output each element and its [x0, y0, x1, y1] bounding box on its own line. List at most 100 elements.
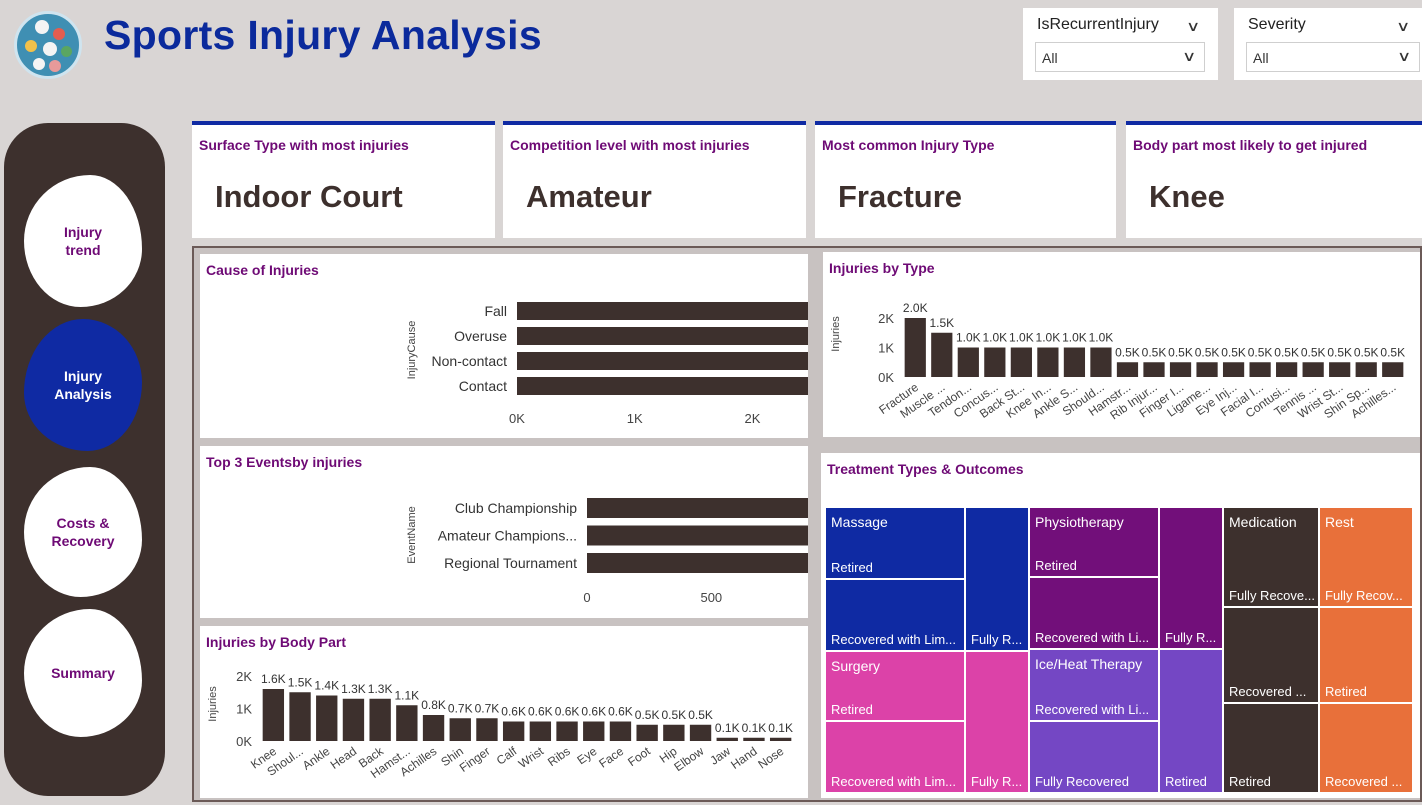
- treemap-cell-label: Fully Recovered: [1035, 774, 1129, 789]
- treemap-cell-label: Recovered ...: [1229, 684, 1307, 699]
- nav-costs-recovery-button[interactable]: Costs & Recovery: [24, 467, 142, 597]
- nav-summary-button[interactable]: Summary: [24, 609, 142, 737]
- bar: [743, 737, 765, 741]
- treemap-cell[interactable]: Fully R...: [965, 651, 1029, 793]
- treemap-cell-label: Retired: [1229, 774, 1271, 789]
- data-label: 0.5K: [1380, 345, 1405, 359]
- category-label: Jaw: [707, 744, 733, 768]
- category-label: Fall: [484, 303, 507, 319]
- nav-label: Costs &: [56, 515, 110, 531]
- category-label: Wrist: [516, 744, 547, 771]
- bar: [609, 721, 632, 741]
- bar: [262, 689, 285, 741]
- category-label: Ribs: [545, 744, 573, 769]
- recurrent-injury-dropdown[interactable]: All ∨: [1035, 42, 1205, 72]
- data-label: 1.0K: [1062, 331, 1087, 345]
- treemap-cell[interactable]: Retired: [1159, 649, 1223, 793]
- nav-injury-trend-button[interactable]: Injury trend: [24, 175, 142, 307]
- treemap-cell[interactable]: Recovered with Li...: [1029, 577, 1159, 649]
- bar: [517, 352, 808, 370]
- events-chart-card[interactable]: Top 3 Eventsby injuries Club Championshi…: [200, 446, 808, 618]
- category-label: Foot: [625, 744, 653, 770]
- recurrent-injury-slicer[interactable]: IsRecurrentInjury ∨ All ∨: [1023, 8, 1218, 80]
- treemap-cell-label: Retired: [831, 560, 873, 575]
- treemap-cell[interactable]: Recovered ...: [1223, 607, 1319, 703]
- bar: [529, 721, 552, 741]
- treemap-cell[interactable]: Fully Recovered: [1029, 721, 1159, 793]
- injtype-chart: 0K1K2KInjuries2.0KFracture1.5KMuscle ...…: [830, 301, 1405, 422]
- tick-label: 0K: [236, 734, 252, 749]
- bar: [931, 332, 953, 377]
- bodypart-chart: 0K1K2KInjuries1.6KKnee1.5KShoul...1.4KAn…: [207, 669, 793, 781]
- bar: [1116, 362, 1139, 377]
- bar: [587, 525, 808, 546]
- data-label: 1.0K: [1089, 331, 1114, 345]
- treemap-cell-label: Recovered ...: [1325, 774, 1403, 789]
- category-label: Overuse: [454, 328, 507, 344]
- data-label: 0.5K: [1301, 345, 1326, 359]
- sports-logo-icon: [14, 11, 82, 79]
- nav-label: Recovery: [51, 533, 115, 549]
- category-label: Hand: [728, 744, 760, 772]
- treemap-group-label: Medication: [1229, 514, 1297, 530]
- treemap-cell[interactable]: Ice/Heat Therapy Recovered with Li...: [1029, 649, 1159, 721]
- bar: [316, 695, 338, 741]
- data-label: 0.6K: [501, 705, 526, 719]
- events-chart: Club Championship1425Amateur Champions..…: [406, 498, 808, 605]
- category-label: Contact: [459, 378, 507, 394]
- bar: [1249, 362, 1271, 377]
- treemap-cell[interactable]: Retired: [1223, 703, 1319, 793]
- page-title: Sports Injury Analysis: [104, 12, 542, 58]
- bar: [904, 318, 926, 377]
- chevron-down-icon[interactable]: ∨: [1397, 48, 1411, 65]
- chevron-down-icon[interactable]: ∨: [1186, 18, 1200, 35]
- data-label: 0.5K: [662, 708, 687, 722]
- tick-label: 0: [583, 590, 590, 605]
- data-label: 0.5K: [1142, 345, 1167, 359]
- treemap-cell[interactable]: Fully R...: [965, 507, 1029, 651]
- bar: [587, 553, 808, 573]
- tick-label: 500: [700, 590, 722, 605]
- treemap-cell[interactable]: Recovered with Lim...: [825, 579, 965, 651]
- bar: [957, 347, 979, 377]
- treemap-cell[interactable]: Physiotherapy Retired: [1029, 507, 1159, 577]
- kpi-label: Most common Injury Type: [822, 137, 995, 153]
- bar: [663, 724, 685, 741]
- nav-injury-analysis-button[interactable]: Injury Analysis: [24, 319, 142, 451]
- bar: [556, 721, 578, 741]
- data-label: 0.8K: [421, 698, 446, 712]
- severity-slicer[interactable]: Severity ∨ All ∨: [1234, 8, 1422, 80]
- treemap-cell[interactable]: Surgery Retired: [825, 651, 965, 721]
- category-label: Face: [596, 744, 626, 771]
- bar: [1010, 347, 1032, 377]
- chevron-down-icon[interactable]: ∨: [1182, 48, 1196, 65]
- category-label: Ankle: [300, 744, 333, 773]
- kpi-value: Amateur: [526, 179, 652, 214]
- treemap-cell[interactable]: Recovered ...: [1319, 703, 1413, 793]
- treemap-cell[interactable]: Medication Fully Recove...: [1223, 507, 1319, 607]
- treemap-cell[interactable]: Massage Retired: [825, 507, 965, 579]
- treemap-cell-label: Fully R...: [1165, 630, 1217, 645]
- treemap-cell-label: Fully Recove...: [1229, 588, 1315, 603]
- cause-chart-card[interactable]: Cause of Injuries Fall3.9KOveruse3.7KNon…: [200, 254, 808, 438]
- category-label: Elbow: [671, 744, 706, 774]
- treemap-cell[interactable]: Retired: [1319, 607, 1413, 703]
- bar: [583, 721, 605, 741]
- bar: [449, 718, 471, 741]
- treemap-cell[interactable]: Recovered with Lim...: [825, 721, 965, 793]
- tick-label: 1K: [627, 411, 643, 426]
- injtype-chart-card[interactable]: Injuries by Type 0K 1K 2K Injuries 2.0K Fract…: [823, 252, 1420, 437]
- treemap-cell[interactable]: Rest Fully Recov...: [1319, 507, 1413, 607]
- data-label: 1.0K: [1036, 331, 1061, 345]
- bodypart-chart-card[interactable]: Injuries by Body Part 0K 1K 2K Injuries 1.6K…: [200, 626, 808, 798]
- kpi-card-injury-type: Most common Injury Type Fracture: [815, 121, 1116, 238]
- category-label: Amateur Champions...: [438, 528, 577, 544]
- tick-label: 0K: [878, 370, 894, 385]
- severity-dropdown[interactable]: All ∨: [1246, 42, 1420, 72]
- bar: [689, 724, 712, 741]
- data-label: 0.1K: [768, 721, 793, 735]
- treemap-cell[interactable]: Fully R...: [1159, 507, 1223, 649]
- tick-label: 2K: [236, 669, 252, 684]
- treemap-card[interactable]: Treatment Types & Outcomes Massage Retire…: [821, 453, 1420, 798]
- chevron-down-icon[interactable]: ∨: [1396, 18, 1410, 35]
